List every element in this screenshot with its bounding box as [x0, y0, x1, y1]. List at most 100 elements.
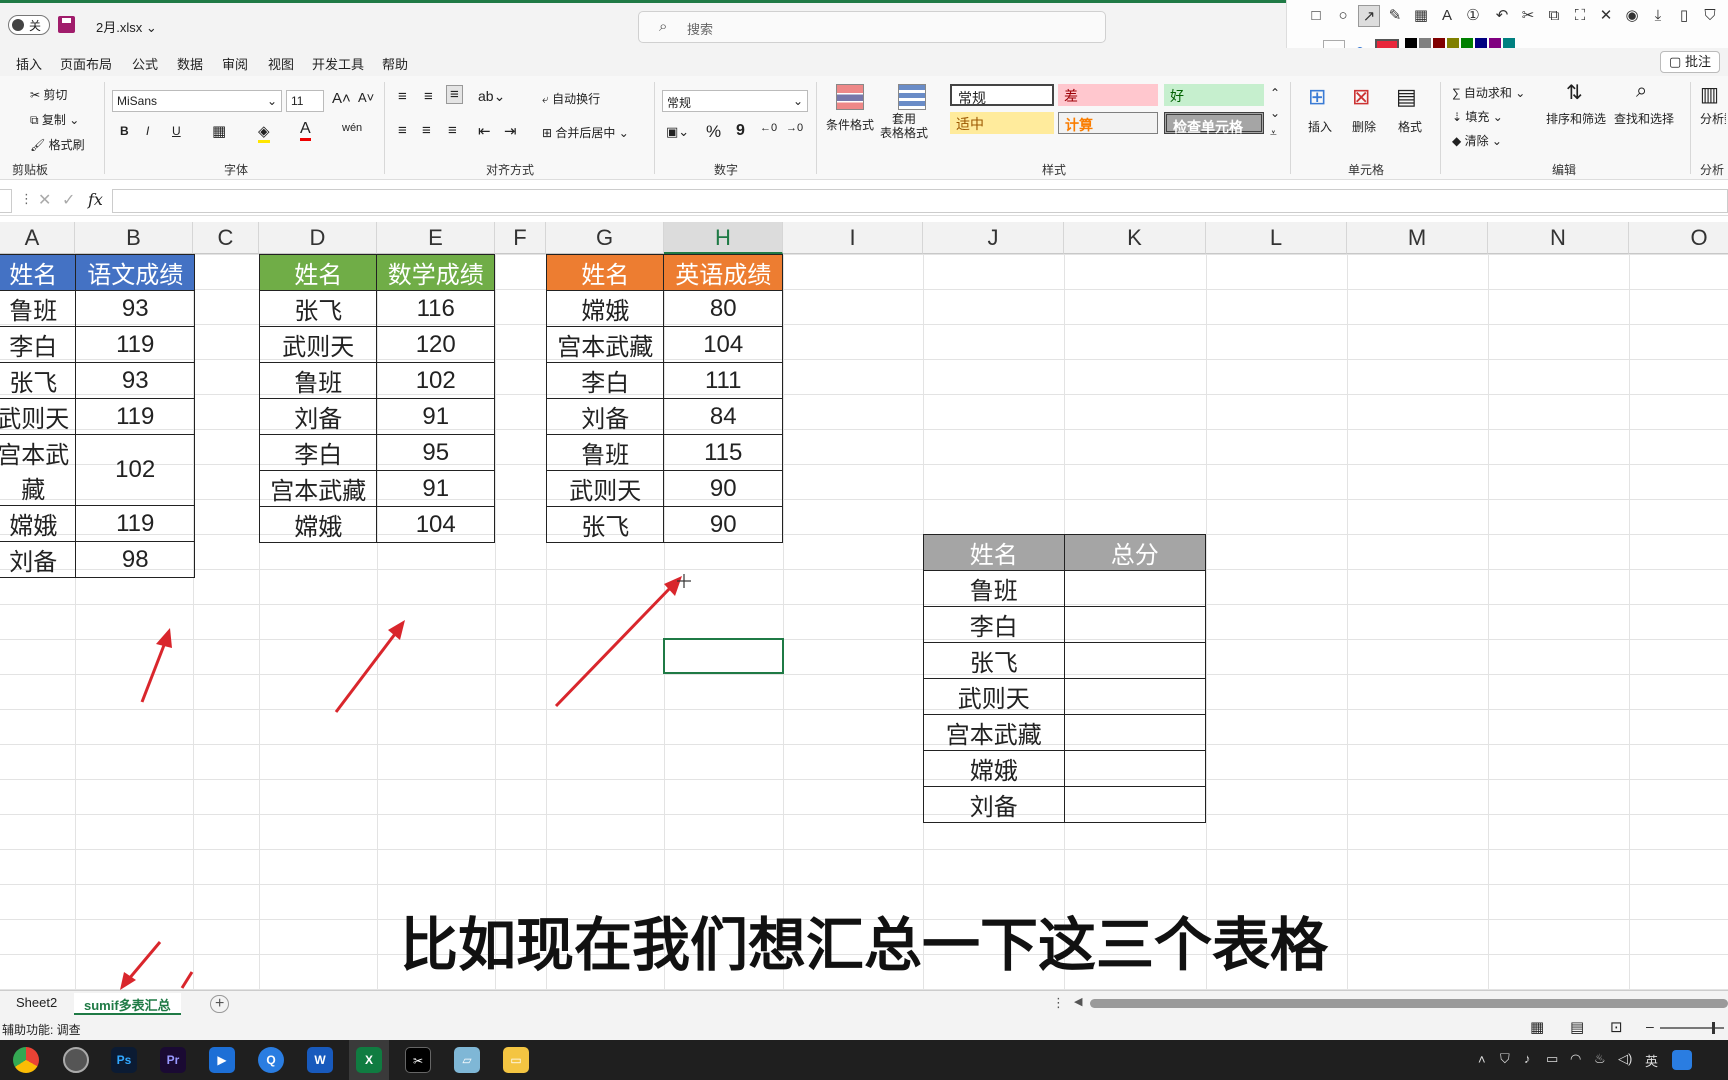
format-painter-button[interactable]: 🖌 格式刷: [30, 136, 85, 153]
align-center-icon[interactable]: ≡: [422, 122, 431, 139]
menu-data[interactable]: 数据: [177, 54, 203, 73]
comma-button[interactable]: 9: [736, 122, 745, 140]
confirm-icon[interactable]: ✓: [62, 190, 75, 210]
analyze-data-icon[interactable]: ▥: [1700, 82, 1719, 107]
find-select-label[interactable]: 查找和选择: [1614, 110, 1674, 127]
decrease-indent-icon[interactable]: ⇤: [478, 122, 491, 140]
menu-insert[interactable]: 插入: [16, 54, 42, 73]
menu-developer[interactable]: 开发工具: [312, 54, 364, 73]
insert-cells-icon[interactable]: ⊞: [1308, 84, 1326, 110]
underline-button[interactable]: U: [172, 124, 181, 138]
conditional-format-icon[interactable]: [836, 84, 864, 110]
phonetic-icon[interactable]: wén: [342, 122, 362, 134]
volume-tray-icon[interactable]: ◁): [1618, 1051, 1632, 1067]
menu-help[interactable]: 帮助: [382, 54, 408, 73]
translate-icon[interactable]: ⧉: [1543, 5, 1565, 27]
capcut-icon[interactable]: ✂: [405, 1047, 431, 1073]
photoshop-icon[interactable]: Ps: [111, 1047, 137, 1073]
autosum-button[interactable]: ∑ 自动求和 ⌄: [1452, 84, 1525, 101]
microphone-tray-icon[interactable]: ♪: [1524, 1051, 1531, 1066]
excel-icon[interactable]: X: [356, 1047, 382, 1073]
increase-decimal-icon[interactable]: ←0: [760, 122, 777, 134]
font-name-select[interactable]: MiSans ⌄: [112, 90, 282, 112]
style-neutral[interactable]: 适中: [950, 112, 1054, 134]
font-shrink-icon[interactable]: A˅: [358, 90, 374, 105]
tray-chevron-icon[interactable]: ˄: [1478, 1052, 1486, 1067]
fill-button[interactable]: ⇣ 填充 ⌄: [1452, 108, 1503, 125]
formula-input[interactable]: [112, 189, 1728, 213]
cut-button[interactable]: ✂ 剪切: [30, 86, 67, 103]
obs-icon[interactable]: [63, 1047, 89, 1073]
pen-tool-icon[interactable]: ✎: [1384, 5, 1406, 27]
align-right-icon[interactable]: ≡: [448, 122, 457, 139]
merge-center-button[interactable]: ⊞ 合并后居中 ⌄: [542, 124, 629, 141]
quark-browser-icon[interactable]: Q: [258, 1047, 284, 1073]
border-icon[interactable]: ▦: [212, 122, 226, 140]
chrome-icon[interactable]: [13, 1047, 39, 1073]
page-layout-view-icon[interactable]: ▤: [1570, 1018, 1584, 1036]
premiere-icon[interactable]: Pr: [160, 1047, 186, 1073]
fill-color-icon[interactable]: ◈: [258, 122, 270, 143]
style-check-cell[interactable]: 检查单元格: [1164, 112, 1264, 135]
style-calculation[interactable]: 计算: [1058, 112, 1158, 134]
undo-icon[interactable]: ↶: [1491, 5, 1513, 27]
align-left-icon[interactable]: ≡: [398, 122, 407, 139]
horizontal-scrollbar[interactable]: [1090, 999, 1728, 1008]
conditional-format-label[interactable]: 条件格式: [826, 116, 874, 133]
zoom-out-icon[interactable]: –: [1646, 1018, 1654, 1034]
phone-icon[interactable]: ▯: [1673, 5, 1695, 27]
wifi-tray-icon[interactable]: ◠: [1570, 1051, 1581, 1067]
insert-cells-label[interactable]: 插入: [1308, 118, 1332, 135]
copy-button[interactable]: ⧉ 复制 ⌄: [30, 111, 79, 128]
number-tool-icon[interactable]: ①: [1462, 5, 1484, 27]
zoom-thumb[interactable]: [1712, 1022, 1715, 1034]
battery-tray-icon[interactable]: ▭: [1546, 1051, 1558, 1067]
find-select-icon[interactable]: ⌕: [1636, 80, 1647, 103]
record-icon[interactable]: ◉: [1621, 5, 1643, 27]
sort-filter-label[interactable]: 排序和筛选: [1546, 110, 1606, 127]
insert-function-icon[interactable]: fx: [88, 190, 103, 209]
orientation-icon[interactable]: ab⌄: [478, 88, 505, 105]
mosaic-tool-icon[interactable]: ▦: [1410, 5, 1432, 27]
format-cells-label[interactable]: 格式: [1398, 118, 1422, 135]
increase-indent-icon[interactable]: ⇥: [504, 122, 517, 140]
app-tray-icon[interactable]: ♨: [1594, 1051, 1606, 1067]
menu-formulas[interactable]: 公式: [132, 54, 158, 73]
align-bottom-icon[interactable]: ≡: [446, 85, 463, 104]
file-name[interactable]: 2月.xlsx ⌄: [96, 17, 157, 36]
font-color-icon[interactable]: A: [300, 120, 311, 141]
text-tool-icon[interactable]: A: [1436, 5, 1458, 27]
comments-button[interactable]: ▢ 批注: [1660, 51, 1720, 73]
bookmark-icon[interactable]: ⛉: [1699, 5, 1721, 27]
styles-scroll-down-icon[interactable]: ⌄: [1270, 106, 1280, 120]
video-app-icon[interactable]: ▶: [209, 1047, 235, 1073]
quark-tray-icon[interactable]: [1672, 1050, 1692, 1070]
analyze-data-label[interactable]: 分析数据: [1700, 110, 1726, 127]
font-grow-icon[interactable]: A˄: [332, 90, 351, 107]
styles-scroll-up-icon[interactable]: ⌃: [1270, 86, 1280, 100]
file-explorer-icon[interactable]: ▭: [503, 1047, 529, 1073]
percent-button[interactable]: %: [706, 122, 721, 142]
font-size-select[interactable]: 11: [286, 90, 324, 112]
currency-icon[interactable]: ▣⌄: [666, 124, 689, 140]
security-tray-icon[interactable]: ⛉: [1500, 1051, 1510, 1067]
name-box[interactable]: [0, 189, 12, 213]
ellipse-tool-icon[interactable]: ○: [1332, 5, 1354, 27]
delete-cells-icon[interactable]: ⊠: [1352, 84, 1370, 110]
add-sheet-button[interactable]: +: [210, 995, 230, 1013]
menu-page-layout[interactable]: 页面布局: [60, 54, 112, 73]
rectangle-tool-icon[interactable]: □: [1305, 5, 1327, 27]
scan-icon[interactable]: ⛶: [1569, 5, 1591, 27]
style-bad[interactable]: 差: [1058, 84, 1158, 106]
arrow-tool-icon[interactable]: ↗: [1358, 5, 1380, 27]
notes-app-icon[interactable]: ▱: [454, 1047, 480, 1073]
scroll-left-icon[interactable]: ◀: [1074, 995, 1082, 1008]
align-middle-icon[interactable]: ≡: [424, 88, 433, 105]
pin-icon[interactable]: ✂: [1517, 5, 1539, 27]
word-icon[interactable]: W: [307, 1047, 333, 1073]
table-format-label[interactable]: 套用 表格格式: [880, 112, 928, 140]
page-break-view-icon[interactable]: ⊡: [1610, 1018, 1623, 1036]
styles-more-icon[interactable]: ⩡: [1270, 126, 1277, 141]
clear-button[interactable]: ◆ 清除 ⌄: [1452, 132, 1502, 149]
format-cells-icon[interactable]: ▤: [1396, 84, 1417, 110]
